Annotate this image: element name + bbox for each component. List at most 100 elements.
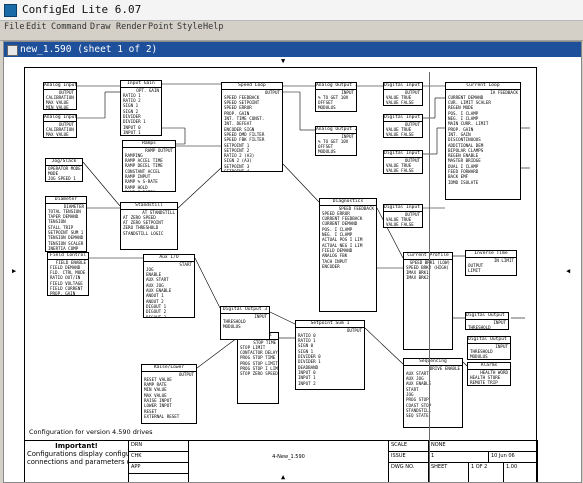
block-title: Setpoint Sum 1 bbox=[296, 321, 364, 328]
menu-point[interactable]: Point bbox=[148, 22, 174, 32]
block-parameter[interactable]: INPUT 2 bbox=[121, 135, 161, 136]
block-parameter[interactable]: IDMD ISOLATE bbox=[446, 180, 520, 185]
tb-scale: SCALE bbox=[389, 441, 429, 452]
block-diagnostics[interactable]: Diagnostics SPEED FEEDBACK SPEED ERROR CURR… bbox=[319, 198, 377, 312]
block-parameter[interactable]: OUTPUT bbox=[316, 155, 356, 156]
block-parameter[interactable]: SETPOINT 4 bbox=[222, 169, 282, 171]
block-parameter[interactable]: TENSION DEMAND bbox=[46, 235, 86, 240]
config-version-note: Configuration for version 4.590 drives bbox=[29, 428, 153, 436]
block-parameter[interactable]: STALL TRIP bbox=[468, 385, 510, 386]
menu-help[interactable]: Help bbox=[203, 22, 223, 32]
block-diameter-calc[interactable]: Diameter DIAMETER TOTAL TENSION TAPER DEMAN… bbox=[45, 196, 87, 252]
block-parameter[interactable]: STOP ZERO SPEED bbox=[238, 371, 278, 376]
menu-render[interactable]: Render bbox=[116, 22, 147, 32]
block-title: Digital Output 1 bbox=[466, 313, 508, 320]
block-digital-input-2[interactable]: Digital Input 2 OUTPUT VALUE TRUE VALUE FAL… bbox=[383, 114, 423, 138]
menu-edit[interactable]: Edit bbox=[26, 22, 46, 32]
block-parameter[interactable]: EXTERNAL RESET bbox=[142, 414, 196, 419]
block-digital-output-1[interactable]: Digital Output 1INPUTTHRESHOLDMODULUSINV… bbox=[465, 312, 509, 330]
block-current-profile[interactable]: Current ProfileSPEED BRK1 (LOW)SPEED BRK… bbox=[403, 252, 453, 350]
schematic-sheet: Analog Input 1OUTPUTCALIBRATIONMAX VALUE… bbox=[24, 67, 538, 482]
block-current-loop[interactable]: Current Loop IA FEEDBACK CURRENT DEMAND CUR… bbox=[445, 82, 521, 200]
block-parameter[interactable]: LIMIT bbox=[466, 268, 516, 273]
block-field-ctrl[interactable]: Field Control FIELD ENABLE FIELD DEMAND FLD… bbox=[47, 252, 89, 296]
block-parameter[interactable]: MIN VALUE bbox=[44, 137, 76, 138]
block-title: Digital Output 3 bbox=[221, 307, 269, 314]
block-parameter[interactable]: RAMP S-RATIO bbox=[123, 190, 175, 191]
configed-app-icon[interactable] bbox=[4, 4, 17, 17]
tb-file-name: 4-New_1.590 bbox=[272, 454, 305, 460]
block-title: Digital Input 2 bbox=[384, 115, 422, 122]
block-parameter[interactable]: INVERTED bbox=[468, 359, 510, 360]
connection-wire[interactable] bbox=[196, 337, 238, 369]
block-parameter[interactable]: MODULUS bbox=[221, 324, 269, 329]
important-box: Important! Configurations display config… bbox=[25, 441, 129, 482]
block-title: Field Control bbox=[48, 253, 88, 260]
block-minmax[interactable]: Inverse Time IN LIMIT OUTPUT LIMIT bbox=[465, 250, 517, 276]
connection-wire[interactable] bbox=[194, 257, 221, 309]
block-alarms[interactable]: Alarms HEALTH WORD HEALTH STORE REMOTE TRIP… bbox=[467, 362, 511, 386]
block-parameter[interactable]: PROP. GAIN bbox=[48, 291, 88, 295]
title-bar: ConfigEd Lite 6.07 bbox=[0, 0, 583, 21]
block-title: Current Loop bbox=[446, 83, 520, 90]
arrow-right-icon: ▶ bbox=[12, 267, 17, 275]
block-parameter[interactable]: STANDSTILL LOGIC bbox=[121, 231, 177, 236]
block-title: Digital Input 4 bbox=[384, 205, 422, 212]
block-parameter[interactable]: INPUT 2 bbox=[296, 381, 364, 386]
block-digital-output-2[interactable]: Digital Output 2INPUTTHRESHOLDMODULUSINV… bbox=[467, 336, 511, 360]
tb-chk: CHK bbox=[129, 452, 189, 463]
title-block: Important! Configurations display config… bbox=[25, 440, 538, 482]
menu-command[interactable]: Command bbox=[51, 22, 87, 32]
block-parameter[interactable]: ENCODER bbox=[320, 264, 376, 269]
drawing-canvas[interactable]: ▼ ▶ ◀ ▲ Analog Input 1OUTPUTCALIBRATIONM… bbox=[4, 57, 581, 482]
connection-wire[interactable] bbox=[82, 161, 121, 207]
block-parameter[interactable]: PROG STOP TIME bbox=[238, 355, 278, 360]
block-analog-input-1[interactable]: Analog Input 1OUTPUTCALIBRATIONMAX VALUE… bbox=[43, 82, 77, 110]
block-parameter[interactable]: INVERT bbox=[384, 137, 422, 138]
menu-file[interactable]: File bbox=[4, 22, 24, 32]
block-ramps[interactable]: Ramps RAMP OUTPUT RAMPING RAMP ACCEL TIME RA… bbox=[122, 140, 176, 192]
menu-style[interactable]: Style bbox=[177, 22, 203, 32]
block-parameter[interactable]: IMAX BRK2 bbox=[404, 275, 452, 280]
block-raise-lower[interactable]: Raise/Lower OUTPUT RESET VALUE RAMP RATE MIN… bbox=[141, 364, 197, 424]
block-analog-output-2[interactable]: Analog Output 2 INPUT% TO GET 10V OFFSET MO… bbox=[315, 126, 357, 156]
page-boundary-line bbox=[429, 72, 430, 482]
block-digital-input-3[interactable]: Digital Input 3 OUTPUT VALUE TRUE VALUE FAL… bbox=[383, 150, 423, 174]
block-parameter[interactable]: OUTPUT bbox=[316, 111, 356, 112]
block-setpoint-sum[interactable]: Setpoint Sum 1 OUTPUT RATIO 0 RATIO 1 SIGN 0… bbox=[295, 320, 365, 390]
block-parameter[interactable]: MIN VALUE bbox=[44, 105, 76, 109]
tb-scale-val: NONE bbox=[429, 441, 538, 452]
connection-wire[interactable] bbox=[364, 327, 404, 365]
document-title-bar[interactable]: new_1.590 (sheet 1 of 2) bbox=[4, 42, 581, 57]
block-parameter[interactable]: JOG SPEED 2 bbox=[46, 181, 82, 182]
block-digital-output-3[interactable]: Digital Output 3 INPUT THRESHOLD MODULUS bbox=[220, 306, 270, 340]
block-standstill[interactable]: Standstill AT STANDSTILL AT ZERO SPEED AT Z… bbox=[120, 202, 178, 250]
block-title: Diameter bbox=[46, 197, 86, 204]
block-parameter[interactable]: SEQ STATE bbox=[404, 413, 462, 418]
block-input-gain[interactable]: Input Gain OPT. GAIN RATIO 1 RATIO 2 SIGN 1S… bbox=[120, 80, 162, 136]
connection-wire[interactable] bbox=[177, 167, 222, 209]
block-parameter[interactable]: DIGOUT 3 bbox=[144, 315, 194, 317]
tb-app: APP bbox=[129, 463, 189, 474]
block-parameter[interactable]: INVERT bbox=[384, 173, 422, 174]
connection-wire[interactable] bbox=[282, 163, 320, 203]
block-analog-output-1[interactable]: Analog Output 1 INPUT% TO GET 10V OFFSET MO… bbox=[315, 82, 357, 112]
arrow-down-icon: ▼ bbox=[281, 57, 286, 65]
block-parameter[interactable]: INVERT bbox=[384, 227, 422, 228]
block-joystick[interactable]: Jog/SlackOPERATOR MODEMODEJOG SPEED 1JOG… bbox=[45, 158, 83, 182]
block-digital-input-1[interactable]: Digital Input 1 OUTPUT VALUE TRUE VALUE FAL… bbox=[383, 82, 423, 106]
block-stop-rates[interactable]: Stop RatesSTOP TIMESTOP LIMITCONTACTOR D… bbox=[237, 332, 279, 404]
block-parameter[interactable]: INVERT bbox=[384, 105, 422, 106]
menu-draw[interactable]: Draw bbox=[90, 22, 110, 32]
block-analog-input-2[interactable]: Analog Input 2OUTPUTCALIBRATIONMAX VALUE… bbox=[43, 114, 77, 138]
block-aux-io[interactable]: Aux I/O START JOG ENABLE AUX START AUX JOG AUX… bbox=[143, 254, 195, 318]
connection-wire[interactable] bbox=[269, 311, 296, 325]
block-title: Sequencing bbox=[404, 359, 462, 366]
document-icon[interactable] bbox=[7, 45, 18, 56]
block-title: Jog/Slack bbox=[46, 159, 82, 166]
block-title: Analog Output 2 bbox=[316, 127, 356, 134]
block-speed-loop[interactable]: Speed Loop OUTPUT SPEED FEEDBACK SPEED SETP… bbox=[221, 82, 283, 172]
tb-rev: 1.00 bbox=[504, 463, 538, 482]
block-sequencing[interactable]: Sequencing DRIVE ENABLE AUX START AUX JOG AU… bbox=[403, 358, 463, 428]
block-digital-input-4[interactable]: Digital Input 4 OUTPUT VALUE TRUE VALUE FAL… bbox=[383, 204, 423, 228]
